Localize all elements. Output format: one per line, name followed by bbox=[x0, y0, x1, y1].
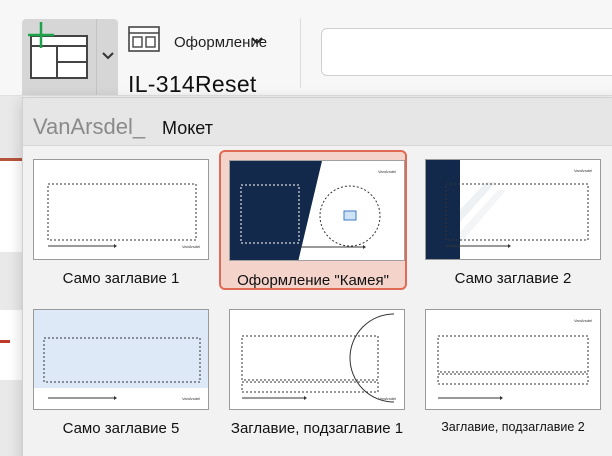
layout-tile-label: Само заглавие 2 bbox=[454, 270, 572, 287]
layout-thumbnail: VanArsdel bbox=[229, 160, 405, 261]
layout-tile-title-subtitle-1[interactable]: VanArsdel Заглавие, подзаглавие 1 bbox=[223, 303, 411, 443]
layout-tile-label: Заглавие, подзаглавие 1 bbox=[230, 420, 404, 437]
thumb-brand: VanArsdel bbox=[574, 318, 592, 323]
layout-icon[interactable] bbox=[128, 26, 160, 52]
layout-thumbnail: VanArsdel bbox=[425, 309, 601, 410]
ribbon-text-box[interactable] bbox=[321, 28, 612, 76]
layout-thumbnail: VanArsdel bbox=[33, 159, 209, 260]
ribbon-separator bbox=[300, 18, 301, 88]
layout-thumbnail: VanArsdel bbox=[33, 309, 209, 410]
new-slide-icon bbox=[28, 22, 88, 79]
layout-thumbnail: VanArsdel bbox=[229, 309, 405, 410]
layout-gallery: VanArsdel_ Мокет VanArsdel Само заглавие… bbox=[22, 97, 612, 456]
new-slide-button[interactable] bbox=[22, 19, 94, 95]
slide-thumbnail[interactable] bbox=[0, 158, 22, 252]
slide-thumbnail[interactable] bbox=[0, 310, 22, 380]
chevron-down-icon[interactable] bbox=[250, 34, 264, 48]
layout-tile-label: Само заглавие 1 bbox=[62, 270, 180, 287]
layout-tile-title-only-2[interactable]: VanArsdel Само заглавие 2 bbox=[419, 153, 607, 293]
new-slide-dropdown-button[interactable] bbox=[96, 19, 118, 95]
layout-tile-cameo[interactable]: VanArsdel Оформление "Камея" bbox=[219, 150, 407, 290]
layout-tile-label: Заглавие, подзаглавие 2 bbox=[441, 420, 585, 434]
thumb-brand: VanArsdel bbox=[182, 244, 200, 249]
thumb-brand: VanArsdel bbox=[574, 168, 592, 173]
layout-tile-label: Само заглавие 5 bbox=[62, 420, 180, 437]
chevron-down-icon bbox=[102, 52, 114, 60]
reset-button-label[interactable]: IL-314Reset bbox=[128, 71, 257, 98]
layout-tile-title-subtitle-2[interactable]: VanArsdel Заглавие, подзаглавие 2 bbox=[419, 303, 607, 443]
gallery-title: Мокет bbox=[162, 118, 213, 138]
layout-tile-title-only-5[interactable]: VanArsdel Само заглавие 5 bbox=[27, 303, 215, 443]
layout-tile-title-only-1[interactable]: VanArsdel Само заглавие 1 bbox=[27, 153, 215, 293]
layout-thumbnail: VanArsdel bbox=[425, 159, 601, 260]
theme-brand-name: VanArsdel_ bbox=[33, 114, 146, 139]
ribbon: Оформление IL-314Reset bbox=[0, 0, 612, 98]
thumb-brand: VanArsdel bbox=[378, 396, 396, 401]
new-slide-split-button[interactable] bbox=[22, 19, 118, 95]
thumb-brand: VanArsdel bbox=[378, 169, 396, 174]
gallery-header: VanArsdel_ Мокет bbox=[23, 98, 612, 146]
slide-thumbnail-pane bbox=[0, 96, 24, 456]
layout-tile-label: Оформление "Камея" bbox=[237, 272, 389, 289]
thumb-brand: VanArsdel bbox=[182, 396, 200, 401]
